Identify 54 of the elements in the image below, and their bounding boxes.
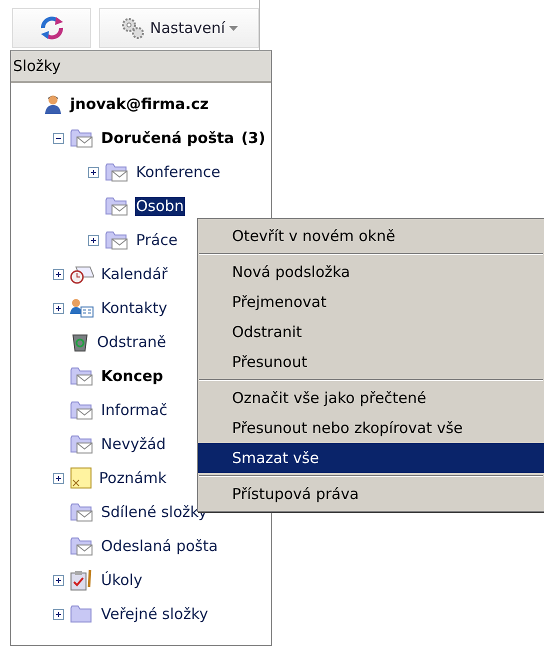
folder-item[interactable]: Osobn [135, 196, 185, 216]
settings-button[interactable]: Nastavení [99, 8, 259, 48]
menu-item[interactable]: Nová podsložka [198, 257, 544, 287]
mail-folder-icon [70, 128, 94, 148]
mail-folder-icon [105, 196, 129, 216]
user-icon [43, 94, 63, 114]
folder-item[interactable]: Veřejné složky [100, 604, 210, 624]
unread-count: (3) [241, 129, 266, 147]
folder-item[interactable]: jnovak@firma.cz [69, 94, 210, 114]
menu-item[interactable]: Otevřít v novém okně [198, 221, 544, 251]
trash-icon [70, 332, 90, 352]
menu-item[interactable]: Přesunout nebo zkopírovat vše [198, 413, 544, 443]
folder-item[interactable]: Nevyžád [100, 434, 167, 454]
calendar-icon [70, 264, 94, 284]
folder-item[interactable]: Práce [135, 230, 179, 250]
collapse-icon[interactable] [53, 132, 64, 144]
expand-icon[interactable] [53, 302, 64, 314]
expand-icon[interactable] [88, 234, 99, 246]
folder-item[interactable]: Doručená pošta [100, 128, 236, 148]
expand-icon[interactable] [53, 268, 64, 280]
folder-item[interactable]: Úkoly [100, 570, 144, 590]
folder-item[interactable]: Kalendář [100, 264, 169, 284]
expand-icon[interactable] [53, 608, 64, 620]
menu-item[interactable]: Označit vše jako přečtené [198, 383, 544, 413]
mail-folder-icon [70, 434, 94, 454]
expand-icon[interactable] [53, 472, 64, 484]
mail-folder-icon [105, 162, 129, 182]
note-icon [70, 467, 92, 489]
mail-folder-icon [70, 502, 94, 522]
expand-icon[interactable] [88, 166, 99, 178]
menu-item[interactable]: Odstranit [198, 317, 544, 347]
folder-item[interactable]: Kontakty [100, 298, 168, 318]
panel-header: Složky [11, 51, 271, 83]
mail-folder-icon [105, 230, 129, 250]
tasks-icon [70, 569, 94, 591]
folder-item[interactable]: Odstraně [96, 332, 168, 352]
folder-item[interactable]: Poznámk [98, 468, 168, 488]
mail-folder-icon [70, 366, 94, 386]
menu-item[interactable]: Přejmenovat [198, 287, 544, 317]
folder-item[interactable]: Koncep [100, 366, 164, 386]
refresh-button[interactable] [12, 8, 92, 48]
menu-item[interactable]: Smazat vše [198, 443, 544, 473]
menu-item[interactable]: Přesunout [198, 347, 544, 377]
expand-icon[interactable] [53, 574, 64, 586]
contacts-icon [70, 298, 94, 318]
folder-icon [70, 604, 94, 624]
mail-folder-icon [70, 536, 94, 556]
folder-item[interactable]: Konference [135, 162, 222, 182]
menu-item[interactable]: Přístupová práva [198, 479, 544, 509]
folder-item[interactable]: Odeslaná pošta [100, 536, 219, 556]
folder-item[interactable]: Informač [100, 400, 168, 420]
refresh-icon [38, 15, 65, 41]
mail-folder-icon [70, 400, 94, 420]
gears-icon [120, 16, 146, 40]
